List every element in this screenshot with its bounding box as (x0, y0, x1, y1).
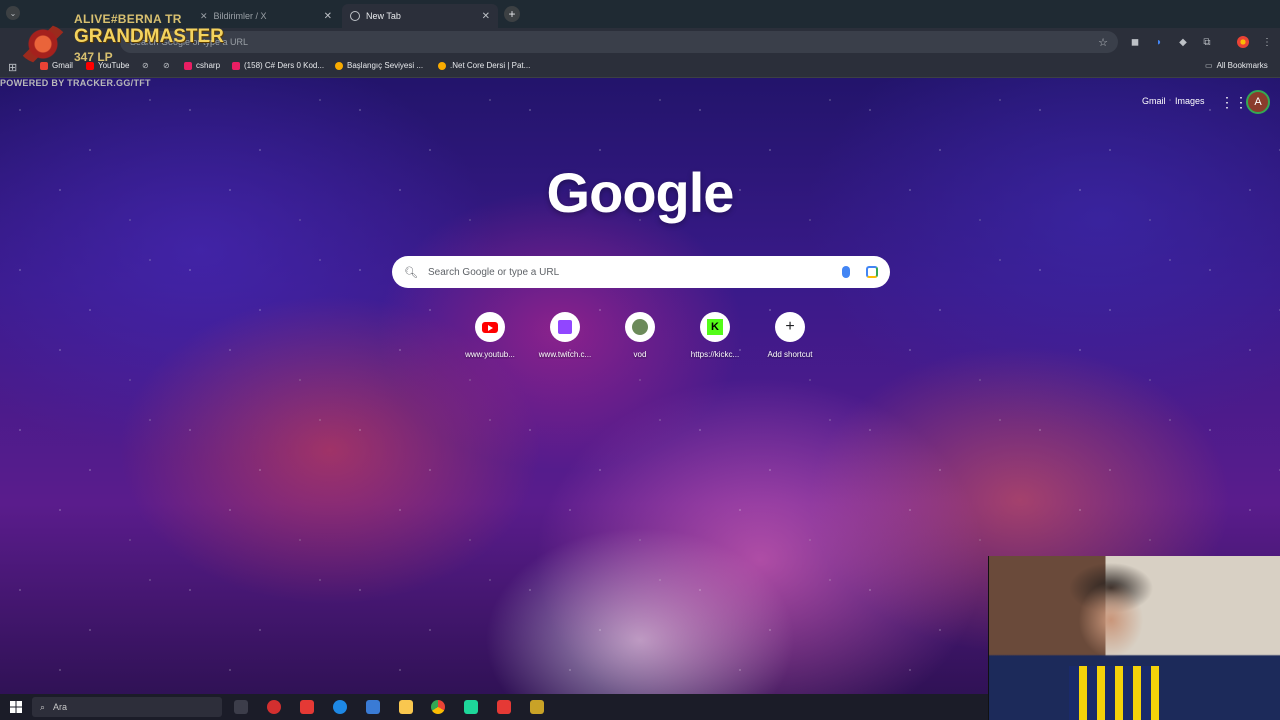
taskbar-search[interactable]: ⌕ Ara (32, 697, 222, 717)
site-icon (335, 61, 343, 70)
close-icon[interactable]: ✕ (482, 11, 490, 22)
browser-toolbar: Search Google or type a URL ☆ ◼ ◗ ◆ ⧉ ⋮ (0, 28, 1280, 56)
all-bookmarks-label: All Bookmarks (1216, 61, 1268, 70)
shortcut-vod[interactable]: vod (602, 312, 678, 359)
bookmark-gmail[interactable]: Gmail (40, 61, 73, 70)
plus-icon: + (785, 318, 795, 335)
tab-new-tab[interactable]: New Tab ✕ (342, 4, 498, 28)
taskbar-search-placeholder: Ara (53, 702, 68, 712)
shortcut-label: www.twitch.c... (538, 350, 592, 359)
bookmark-baslangic[interactable]: Başlangıç Seviyesi ... (335, 61, 423, 70)
kick-icon: K (707, 319, 723, 335)
shortcut-label: Add shortcut (767, 350, 813, 359)
new-tab-button[interactable]: + (504, 6, 520, 22)
search-icon: ⌕ (40, 701, 46, 712)
x-icon: ✕ (200, 10, 208, 21)
file-explorer-icon[interactable] (399, 700, 413, 714)
address-bar[interactable]: Search Google or type a URL ☆ (120, 31, 1118, 53)
globe-icon (350, 11, 360, 21)
profile-icon[interactable] (1237, 36, 1249, 48)
bookmark-youtube[interactable]: YouTube (86, 61, 129, 70)
puzzle-icon[interactable]: ⧉ (1201, 36, 1213, 48)
jersey-graphic (1069, 666, 1159, 720)
youtube-icon (184, 61, 192, 70)
site-icon (438, 61, 446, 70)
extension-diamond-icon[interactable]: ◆ (1177, 36, 1189, 48)
tab-strip: ⌄ ✕ Bildirimler / X ✕ New Tab ✕ + (0, 0, 1280, 28)
app-green-icon[interactable] (464, 700, 478, 714)
bookmark-star-icon[interactable]: ☆ (1098, 36, 1108, 49)
chrome-icon[interactable] (431, 700, 445, 714)
gmail-link[interactable]: Gmail (1142, 96, 1166, 106)
close-icon[interactable]: ✕ (324, 11, 332, 22)
tab-title: Bildirimler / X (213, 11, 267, 21)
bookmark-label: (158) C# Ders 0 Kod... (244, 61, 325, 70)
shortcut-label: https://kickc... (690, 350, 740, 359)
store-icon[interactable] (366, 700, 380, 714)
tab-bildirimler[interactable]: ✕ Bildirimler / X ✕ (192, 4, 340, 28)
bookmark-netcore[interactable]: .Net Core Dersi | Pat... (438, 61, 530, 70)
twitch-icon (558, 320, 572, 334)
bookmark-globe-2[interactable]: ⊘ (163, 61, 170, 70)
account-avatar[interactable]: A (1246, 90, 1270, 114)
shortcut-label: vod (633, 350, 647, 359)
bookmark-label: .Net Core Dersi | Pat... (450, 61, 531, 70)
powered-by-text: POWERED BY TRACKER.GG/TFT (0, 78, 151, 88)
shortcut-label: www.youtub... (465, 350, 515, 359)
omnibox-placeholder: Search Google or type a URL (130, 37, 249, 47)
bookmark-label: Gmail (52, 61, 73, 70)
bookmarks-bar: ⊞ Gmail YouTube ⊘ ⊘ csharp (158) C# Ders… (0, 56, 1280, 78)
youtube-icon (232, 61, 240, 70)
camera-icon[interactable]: ◼ (1129, 36, 1141, 48)
bookmark-csharp-ders[interactable]: (158) C# Ders 0 Kod... (232, 61, 324, 70)
windows-start-icon[interactable] (10, 701, 22, 713)
add-shortcut-button[interactable]: + Add shortcut (752, 312, 828, 359)
microphone-icon[interactable] (842, 266, 850, 278)
gmail-icon (40, 61, 48, 70)
ntp-search-box[interactable]: 🔍︎ (392, 256, 890, 288)
bookmark-label: Başlangıç Seviyesi ... (347, 61, 424, 70)
league-client-icon[interactable] (530, 700, 544, 714)
opera-icon[interactable] (267, 700, 281, 714)
youtube-icon (482, 321, 498, 333)
task-view-icon[interactable] (234, 700, 248, 714)
bookmark-label: csharp (196, 61, 221, 70)
bookmark-label: YouTube (98, 61, 130, 70)
edge-icon[interactable] (333, 700, 347, 714)
shortcut-twitch[interactable]: www.twitch.c... (527, 312, 603, 359)
app-red-icon[interactable] (300, 700, 314, 714)
youtube-icon (86, 61, 94, 70)
tab-title: New Tab (366, 11, 401, 21)
bookmark-globe-1[interactable]: ⊘ (142, 61, 149, 70)
globe-icon: ⊘ (163, 61, 170, 70)
all-bookmarks-button[interactable]: ▭ All Bookmarks (1205, 61, 1268, 70)
search-input[interactable] (427, 266, 842, 278)
app-red-2-icon[interactable] (497, 700, 511, 714)
webcam-overlay (988, 556, 1280, 720)
menu-kebab-icon[interactable]: ⋮ (1261, 36, 1273, 48)
vod-icon (632, 319, 648, 335)
images-link[interactable]: Images (1175, 96, 1205, 106)
bookmark-csharp[interactable]: csharp (184, 61, 220, 70)
shortcut-youtube[interactable]: www.youtub... (452, 312, 528, 359)
apps-grid-icon[interactable]: ⊞ (8, 61, 17, 74)
shortcut-kick[interactable]: K https://kickc... (677, 312, 753, 359)
windows-taskbar: ⌕ Ara (0, 694, 988, 720)
folder-icon: ▭ (1205, 61, 1213, 70)
tab-search-button[interactable]: ⌄ (6, 6, 20, 20)
google-lens-icon[interactable] (866, 266, 878, 278)
extension-icon[interactable]: ◗ (1153, 36, 1165, 48)
google-logo: Google (546, 161, 735, 224)
globe-icon: ⊘ (142, 61, 149, 70)
search-icon: 🔍︎ (404, 266, 418, 279)
shortcut-tiles: www.youtub... www.twitch.c... vod K http… (452, 312, 828, 368)
